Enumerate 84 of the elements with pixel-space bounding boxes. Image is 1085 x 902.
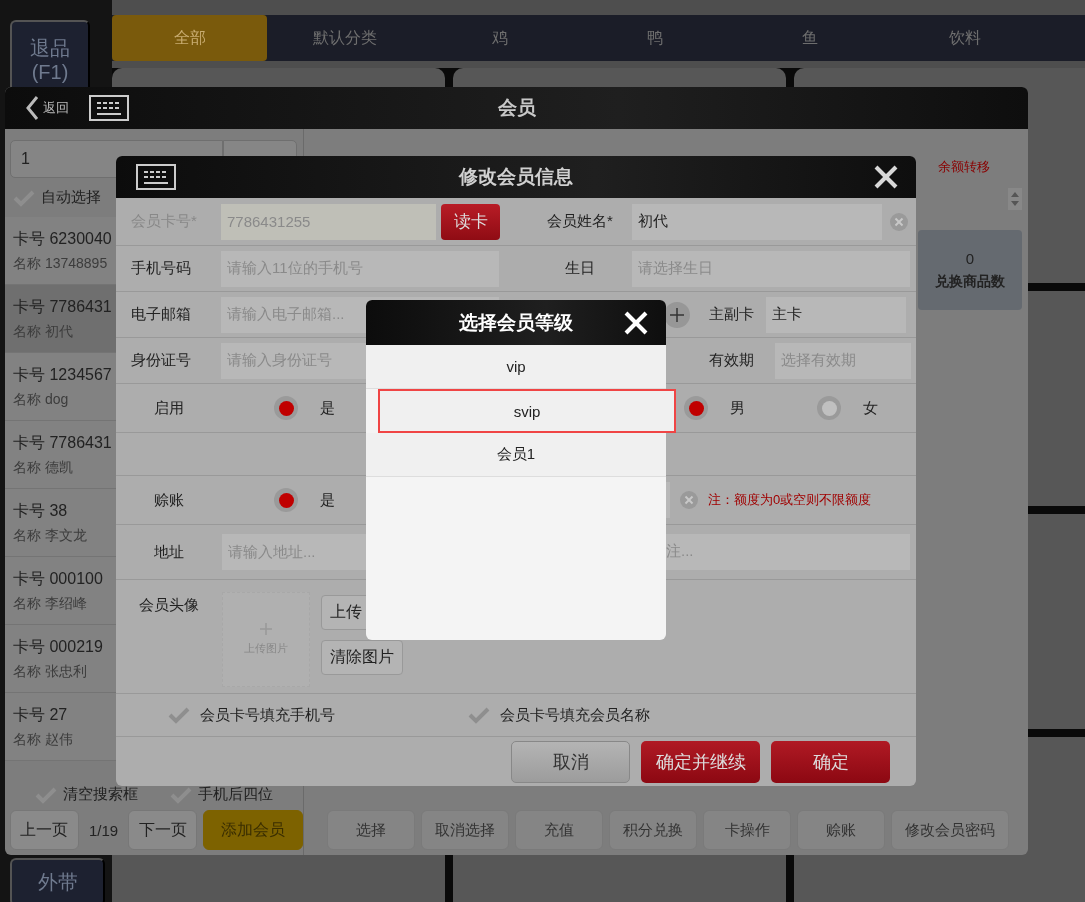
- field-label: 地址: [152, 542, 185, 562]
- member-name: 名称 13748895: [13, 254, 108, 273]
- member-card-number: 卡号 38: [13, 500, 68, 521]
- stat-label: 兑换商品数: [935, 272, 1005, 291]
- read-card-button[interactable]: 读卡: [441, 203, 500, 240]
- radio-label: 女: [863, 398, 878, 418]
- member-name: 名称 dog: [13, 390, 69, 409]
- stat-value: 0: [965, 249, 975, 267]
- category-tab[interactable]: 鱼: [732, 15, 887, 61]
- clear-image-button[interactable]: 清除图片: [321, 640, 403, 675]
- field-label: 会员头像: [138, 595, 200, 615]
- category-tab[interactable]: 全部: [112, 15, 267, 61]
- category-tab[interactable]: 饮料: [887, 15, 1042, 61]
- confirm-button[interactable]: 确定: [771, 741, 890, 783]
- checkbox-label: 手机后四位: [198, 785, 273, 804]
- field-label: 启用: [152, 398, 185, 418]
- action-button[interactable]: 修改会员密码: [891, 810, 1009, 850]
- field-label: 电子邮箱: [130, 305, 192, 324]
- dialog-title: 修改会员信息: [459, 165, 573, 189]
- field-label: 身份证号: [130, 351, 192, 370]
- clear-icon[interactable]: [680, 491, 698, 509]
- field-label: 会员姓名*: [546, 212, 614, 231]
- checkbox-label: 会员卡号填充会员名称: [500, 705, 650, 725]
- close-icon[interactable]: [874, 165, 898, 189]
- radio-button[interactable]: [274, 488, 298, 512]
- radio-label: 是: [320, 490, 335, 510]
- keyboard-icon[interactable]: [136, 164, 176, 190]
- radio-button[interactable]: [817, 396, 841, 420]
- action-button[interactable]: 取消选择: [421, 810, 509, 850]
- action-button[interactable]: 卡操作: [703, 810, 791, 850]
- level-option[interactable]: svip: [378, 389, 676, 433]
- chevron-left-icon[interactable]: [25, 95, 39, 121]
- action-button[interactable]: 充值: [515, 810, 603, 850]
- checkbox-label: 清空搜索框: [63, 785, 138, 804]
- radio-button[interactable]: [274, 396, 298, 420]
- clear-icon[interactable]: [890, 212, 908, 231]
- keyboard-icon[interactable]: [89, 95, 129, 121]
- field-label: 有效期: [707, 351, 755, 370]
- member-card-number: 卡号 000219: [13, 636, 103, 657]
- field-label: 生日: [564, 259, 596, 278]
- member-card-number: 卡号 7786431: [13, 296, 112, 317]
- card-type-field[interactable]: 主卡: [766, 296, 906, 333]
- checkbox-label: 自动选择: [41, 188, 101, 207]
- level-option[interactable]: 会员1: [366, 433, 666, 477]
- spinner-arrows-icon[interactable]: [1008, 188, 1022, 210]
- member-name: 名称 赵伟: [13, 730, 73, 749]
- field-label: 赊账: [152, 490, 185, 510]
- field-label: 主副卡: [707, 305, 755, 324]
- checkbox-tick-icon[interactable]: [468, 706, 490, 724]
- level-option[interactable]: vip: [366, 345, 666, 389]
- radio-button[interactable]: [684, 396, 708, 420]
- side-button[interactable]: 外带: [10, 858, 105, 902]
- next-page-button[interactable]: 下一页: [128, 810, 198, 850]
- checkbox-label: 会员卡号填充手机号: [200, 705, 335, 725]
- add-member-button[interactable]: 添加会员: [203, 810, 303, 850]
- member-name: 名称 张忠利: [13, 662, 87, 681]
- name-field[interactable]: 初代: [632, 203, 882, 240]
- member-card-number: 卡号 6230040: [13, 228, 112, 249]
- previous-page-button[interactable]: 上一页: [10, 810, 79, 850]
- page-indicator: 1/19: [87, 821, 120, 839]
- action-button[interactable]: 积分兑换: [609, 810, 697, 850]
- member-card-number: 卡号 1234567: [13, 364, 112, 385]
- category-tab[interactable]: 鸡: [422, 15, 577, 61]
- action-button[interactable]: 选择: [327, 810, 415, 850]
- field-label: 手机号码: [130, 259, 192, 278]
- member-name: 名称 李绍峰: [13, 594, 87, 613]
- member-card-number: 卡号 000100: [13, 568, 103, 589]
- radio-label: 男: [730, 398, 745, 418]
- balance-transfer-link[interactable]: 余额转移: [938, 158, 990, 176]
- plus-circle-icon[interactable]: [664, 301, 690, 328]
- cancel-button[interactable]: 取消: [511, 741, 630, 783]
- member-name: 名称 德凯: [13, 458, 73, 477]
- window-title: 会员: [497, 96, 536, 120]
- member-name: 名称 李文龙: [13, 526, 87, 545]
- checkbox-tick-icon[interactable]: [168, 706, 190, 724]
- category-tab[interactable]: 鸭: [577, 15, 732, 61]
- confirm-button[interactable]: 确定并继续: [641, 741, 760, 783]
- credit-limit-note: 注：额度为0或空则不限额度: [708, 491, 872, 509]
- member-card-number: 卡号 27: [13, 704, 68, 725]
- member-card-number: 卡号 7786431: [13, 432, 112, 453]
- radio-label: 是: [320, 398, 335, 418]
- checkbox-tick-icon[interactable]: [170, 785, 192, 804]
- action-button[interactable]: 赊账: [797, 810, 885, 850]
- category-tab[interactable]: 默认分类: [267, 15, 422, 61]
